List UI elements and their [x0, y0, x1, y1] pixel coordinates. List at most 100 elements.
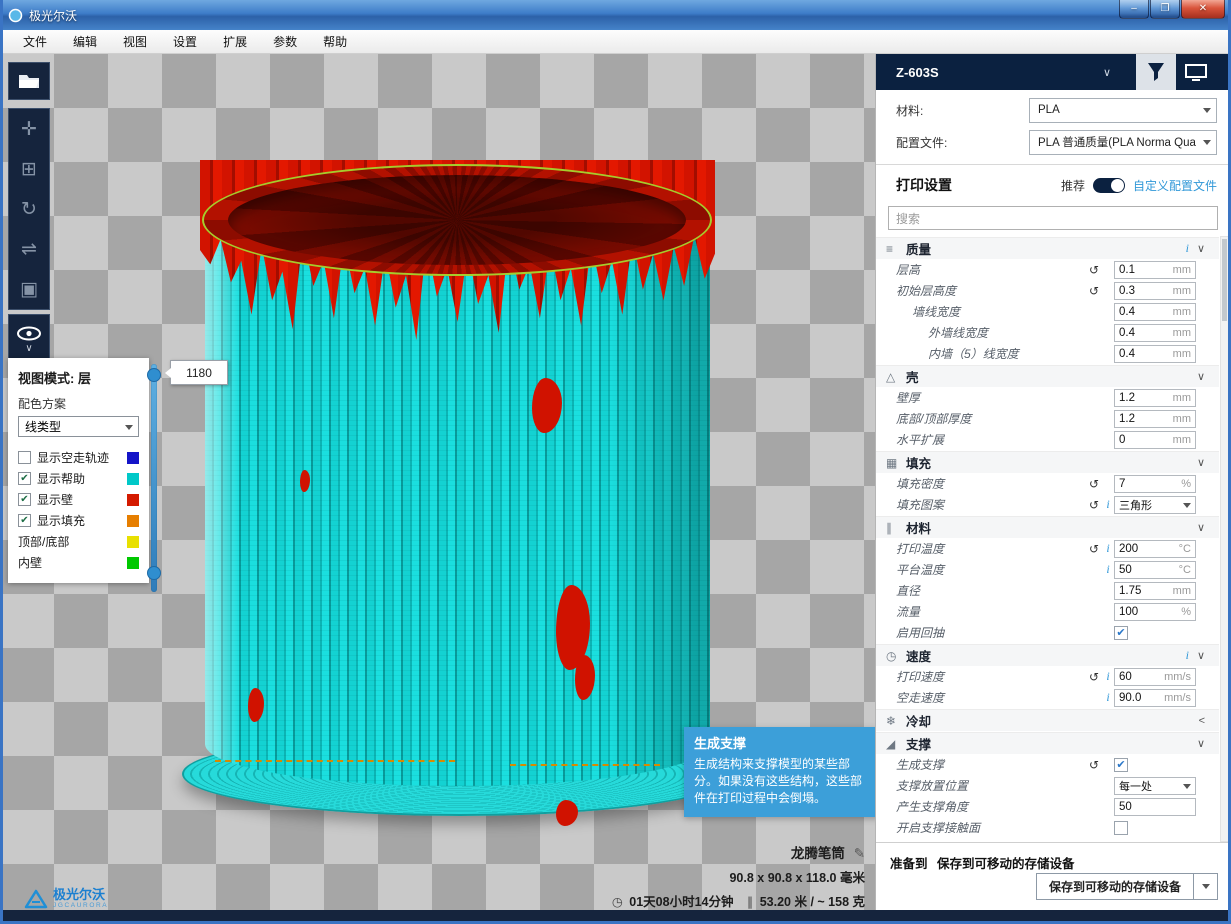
color-scheme-select[interactable]: 线类型	[18, 416, 139, 437]
checkbox-show-helpers[interactable]: ✔	[18, 472, 31, 485]
setting-row-build-plate-temperature: 平台温度i50°C	[876, 559, 1219, 580]
setting-label-infill-density: 填充密度	[876, 475, 1086, 492]
input-layer-height[interactable]: 0.1mm	[1114, 261, 1196, 279]
checkbox-show-travels[interactable]	[18, 451, 31, 464]
input-support-angle[interactable]: 50	[1114, 798, 1196, 816]
chevron-down-icon[interactable]: ∨	[25, 344, 32, 354]
input-infill-density[interactable]: 7%	[1114, 475, 1196, 493]
info-icon[interactable]: i	[1186, 648, 1189, 663]
reset-icon[interactable]: ↺	[1086, 758, 1102, 772]
monitor-stage-tab[interactable]	[1176, 54, 1216, 90]
settings-scrollbar[interactable]	[1220, 236, 1229, 842]
menu-item-file[interactable]: 文件	[10, 30, 60, 53]
reset-icon[interactable]: ↺	[1086, 477, 1102, 491]
profile-select[interactable]: PLA 普通质量(PLA Norma Qua	[1029, 130, 1217, 155]
input-initial-layer-height[interactable]: 0.3mm	[1114, 282, 1196, 300]
checkbox-generate-support[interactable]: ✔	[1114, 758, 1128, 772]
section-quality-header[interactable]: ≡质量i∨	[876, 237, 1219, 259]
chevron-down-icon[interactable]: ∨	[1197, 456, 1205, 469]
info-icon[interactable]: i	[1102, 541, 1114, 556]
prepare-stage-tab[interactable]	[1136, 54, 1176, 90]
per-model-settings-icon[interactable]: ▣	[9, 269, 49, 309]
slider-track[interactable]	[151, 364, 157, 592]
input-inner-wall-line-width[interactable]: 0.4mm	[1114, 345, 1196, 363]
section-speed-header[interactable]: ◷速度i∨	[876, 644, 1219, 666]
rename-icon[interactable]: ✎	[854, 846, 865, 861]
select-infill-pattern[interactable]: 三角形	[1114, 496, 1196, 514]
chevron-down-icon[interactable]: ∨	[1197, 649, 1205, 662]
select-support-placement[interactable]: 每一处	[1114, 777, 1196, 795]
input-wall-line-width[interactable]: 0.4mm	[1114, 303, 1196, 321]
printer-select[interactable]: Z-603S ∨	[896, 54, 1111, 90]
input-flow[interactable]: 100%	[1114, 603, 1196, 621]
info-icon[interactable]: i	[1102, 562, 1114, 577]
chevron-down-icon[interactable]: ∨	[1197, 242, 1205, 255]
model-preview[interactable]	[180, 160, 740, 820]
section-infill-header[interactable]: ▦填充∨	[876, 451, 1219, 473]
menu-item-view[interactable]: 视图	[110, 30, 160, 53]
brand-name: 极光尔沃	[53, 888, 108, 902]
mirror-icon[interactable]: ⇌	[9, 229, 49, 269]
slider-handle-top[interactable]	[147, 368, 161, 382]
minimize-button[interactable]: –	[1119, 0, 1149, 19]
save-status-target: 保存到可移动的存储设备	[937, 857, 1075, 871]
material-select[interactable]: PLA	[1029, 98, 1217, 123]
slider-handle-bottom[interactable]	[147, 566, 161, 580]
section-cooling-header[interactable]: ❄冷却<	[876, 709, 1219, 731]
menu-item-settings[interactable]: 设置	[160, 30, 210, 53]
chevron-collapsed-icon[interactable]: <	[1199, 715, 1205, 727]
layer-range-slider[interactable]	[147, 364, 161, 592]
input-print-speed[interactable]: 60mm/s	[1114, 668, 1196, 686]
reset-icon[interactable]: ↺	[1086, 542, 1102, 556]
info-icon[interactable]: i	[1102, 497, 1114, 512]
viewport-3d[interactable]: ✛⊞↻⇌▣ ∨ 视图模式: 层 配色方案 线类型 显示空走轨迹✔显示帮助✔显示壁…	[0, 54, 875, 910]
menu-item-parameters[interactable]: 参数	[260, 30, 310, 53]
move-icon[interactable]: ✛	[9, 109, 49, 149]
reset-icon[interactable]: ↺	[1086, 284, 1102, 298]
section-support-header[interactable]: ◢支撑∨	[876, 732, 1219, 754]
support-tooltip: 生成支撑 生成结构来支撑模型的某些部分。如果没有这些结构，这些部件在打印过程中会…	[684, 727, 880, 817]
checkbox-enable-retraction[interactable]: ✔	[1114, 626, 1128, 640]
input-outer-wall-line-width[interactable]: 0.4mm	[1114, 324, 1196, 342]
reset-icon[interactable]: ↺	[1086, 498, 1102, 512]
custom-profile-link[interactable]: 自定义配置文件	[1133, 177, 1217, 194]
model-tools-panel: ✛⊞↻⇌▣	[8, 108, 50, 310]
recommended-toggle[interactable]	[1093, 178, 1125, 193]
material-row: 材料: PLA	[876, 96, 1231, 124]
scale-icon[interactable]: ⊞	[9, 149, 49, 189]
save-options-dropdown[interactable]	[1194, 873, 1218, 900]
checkbox-show-shell[interactable]: ✔	[18, 493, 31, 506]
info-icon[interactable]: i	[1102, 669, 1114, 684]
chevron-down-icon[interactable]: ∨	[1197, 521, 1205, 534]
maximize-button[interactable]: ❐	[1150, 0, 1180, 19]
section-shell-header[interactable]: △壳∨	[876, 365, 1219, 387]
checkbox-show-infill[interactable]: ✔	[18, 514, 31, 527]
info-icon[interactable]: i	[1186, 241, 1189, 256]
open-file-button[interactable]	[8, 62, 50, 100]
save-to-removable-button[interactable]: 保存到可移动的存储设备	[1036, 873, 1194, 900]
reset-icon[interactable]: ↺	[1086, 670, 1102, 684]
input-horizontal-expansion[interactable]: 0mm	[1114, 431, 1196, 449]
settings-search-input[interactable]: 搜索	[888, 206, 1218, 230]
chevron-down-icon[interactable]: ∨	[1197, 370, 1205, 383]
legend-top-bottom: 顶部/底部	[8, 531, 149, 552]
menu-item-edit[interactable]: 编辑	[60, 30, 110, 53]
material-icon: ∥	[886, 521, 906, 535]
input-top-bottom-thickness[interactable]: 1.2mm	[1114, 410, 1196, 428]
close-button[interactable]: ✕	[1181, 0, 1225, 19]
menu-item-help[interactable]: 帮助	[310, 30, 360, 53]
rotate-icon[interactable]: ↻	[9, 189, 49, 229]
reset-icon[interactable]: ↺	[1086, 263, 1102, 277]
input-wall-thickness[interactable]: 1.2mm	[1114, 389, 1196, 407]
checkbox-enable-support-interface[interactable]	[1114, 821, 1128, 835]
input-diameter[interactable]: 1.75mm	[1114, 582, 1196, 600]
input-printing-temperature[interactable]: 200°C	[1114, 540, 1196, 558]
section-material-header[interactable]: ∥材料∨	[876, 516, 1219, 538]
input-build-plate-temperature[interactable]: 50°C	[1114, 561, 1196, 579]
menu-item-extensions[interactable]: 扩展	[210, 30, 260, 53]
input-travel-speed[interactable]: 90.0mm/s	[1114, 689, 1196, 707]
filament-usage: 53.20 米 / ~ 158 克	[760, 895, 865, 909]
scrollbar-thumb[interactable]	[1222, 239, 1227, 321]
info-icon[interactable]: i	[1102, 690, 1114, 705]
chevron-down-icon[interactable]: ∨	[1197, 737, 1205, 750]
